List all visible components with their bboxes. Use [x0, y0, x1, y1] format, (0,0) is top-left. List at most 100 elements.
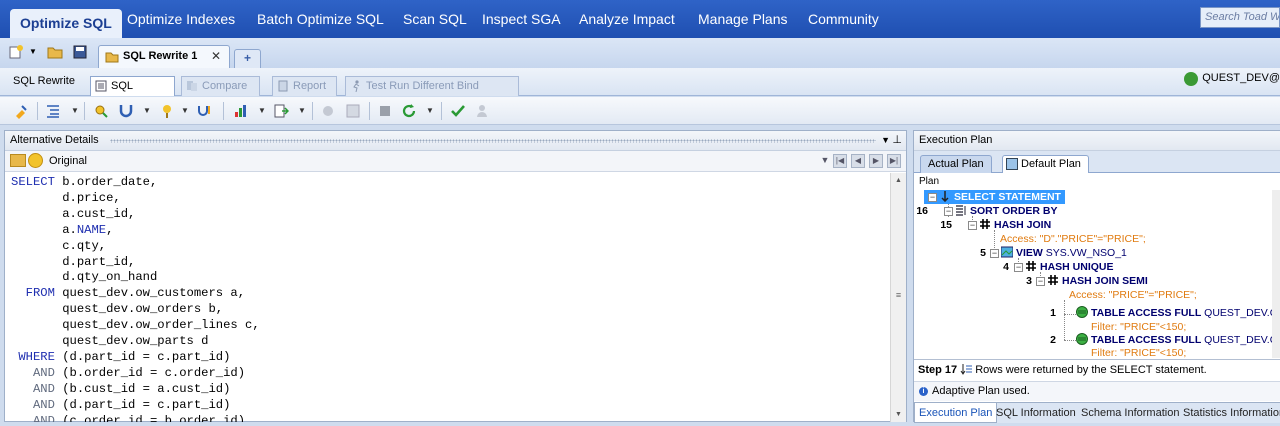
- filter-dropdown-icon[interactable]: ▼: [143, 106, 151, 115]
- new-document-icon[interactable]: [8, 44, 24, 60]
- menu-tab-scan-sql[interactable]: Scan SQL: [393, 0, 477, 38]
- sql-keyword: AND: [11, 381, 55, 396]
- original-sql-icon: [28, 153, 43, 168]
- sql-line: quest_dev.ow_orders b,: [5, 302, 890, 318]
- search-input[interactable]: Search Toad World: [1200, 7, 1280, 28]
- collapse-icon[interactable]: −: [968, 221, 977, 230]
- export-icon[interactable]: [273, 103, 290, 119]
- optimize-indexes-icon[interactable]: [197, 103, 213, 119]
- plan-tab-strip: Actual Plan Default Plan: [914, 151, 1280, 173]
- plan-operation: SELECT STATEMENT: [954, 191, 1061, 203]
- close-tab-icon[interactable]: ✕: [211, 49, 221, 63]
- last-alternative-icon[interactable]: ▶|: [887, 154, 901, 168]
- collapse-icon[interactable]: −: [928, 193, 937, 202]
- toolbar-separator: [441, 102, 442, 120]
- collapse-icon[interactable]: −: [990, 249, 999, 258]
- hint-icon[interactable]: [159, 103, 175, 119]
- tab-test-run-bind-values[interactable]: Test Run Different Bind Values: [345, 76, 519, 110]
- chart-icon[interactable]: [233, 103, 249, 119]
- plan-tree[interactable]: − SELECT STATEMENT 16 − SORT ORDER BY 15 −…: [914, 190, 1280, 358]
- tab-sql-information[interactable]: SQL Information: [996, 403, 1076, 423]
- main-menu-bar: Optimize SQL Optimize Indexes Batch Opti…: [0, 0, 1280, 38]
- plan-row-select-statement[interactable]: − SELECT STATEMENT: [924, 190, 1065, 204]
- settings-disabled-icon[interactable]: [320, 103, 336, 119]
- tab-compare[interactable]: Compare: [181, 76, 260, 96]
- menu-tab-community[interactable]: Community: [798, 0, 889, 38]
- sql-text: SELECT b.order_date, d.price, a.cust_id,…: [5, 175, 890, 422]
- collapse-icon[interactable]: −: [944, 207, 953, 216]
- indent-icon[interactable]: [45, 103, 61, 119]
- sql-keyword: AND: [11, 413, 55, 422]
- menu-tab-inspect-sga[interactable]: Inspect SGA: [472, 0, 571, 38]
- menu-tab-batch-optimize-sql[interactable]: Batch Optimize SQL: [247, 0, 394, 38]
- panel-menu-dropdown-icon[interactable]: ▼: [881, 131, 890, 150]
- explain-plan-icon[interactable]: [93, 103, 109, 119]
- sql-text-fragment: quest_dev.ow_parts d: [11, 334, 209, 349]
- next-alternative-icon[interactable]: ▶: [869, 154, 883, 168]
- collapse-icon[interactable]: −: [1036, 277, 1045, 286]
- export-dropdown-icon[interactable]: ▼: [298, 106, 306, 115]
- user-disabled-icon[interactable]: [474, 103, 490, 119]
- plan-step-number: 5: [980, 247, 986, 259]
- collapse-icon[interactable]: −: [1014, 263, 1023, 272]
- sql-text-fragment: b.order_date,: [54, 175, 158, 189]
- plan-step-number: 3: [1026, 275, 1032, 287]
- stop-icon[interactable]: [377, 103, 393, 119]
- hint-dropdown-icon[interactable]: ▼: [181, 106, 189, 115]
- plan-operation: HASH JOIN SEMI: [1062, 275, 1148, 287]
- open-folder-icon[interactable]: [47, 44, 63, 60]
- scroll-down-icon[interactable]: ▼: [891, 407, 906, 422]
- menu-tab-manage-plans[interactable]: Manage Plans: [688, 0, 798, 38]
- accept-icon[interactable]: [450, 103, 466, 119]
- tab-actual-plan[interactable]: Actual Plan: [920, 155, 992, 173]
- sql-line: a.cust_id,: [5, 207, 890, 223]
- new-tab-button[interactable]: +: [234, 49, 261, 68]
- alternative-dropdown-icon[interactable]: ▼: [818, 154, 832, 168]
- alternative-selection-label[interactable]: Original: [49, 155, 87, 167]
- sql-editor[interactable]: SELECT b.order_date, d.price, a.cust_id,…: [5, 173, 890, 422]
- hash-join-icon: [979, 218, 991, 230]
- menu-tab-optimize-sql[interactable]: Optimize SQL: [10, 9, 122, 38]
- refresh-dropdown-icon[interactable]: ▼: [426, 106, 434, 115]
- first-alternative-icon[interactable]: |◀: [833, 154, 847, 168]
- chart-dropdown-icon[interactable]: ▼: [258, 106, 266, 115]
- scroll-up-icon[interactable]: ▲: [891, 173, 906, 188]
- scroll-grip-icon[interactable]: ≡: [893, 288, 904, 302]
- plan-object: SYS.VW_NSO_1: [1045, 247, 1127, 259]
- sql-keyword: SELECT: [11, 175, 55, 189]
- refresh-icon[interactable]: [401, 103, 417, 119]
- filter-icon[interactable]: [118, 103, 134, 119]
- vertical-scrollbar[interactable]: ▲ ≡ ▼: [890, 173, 906, 422]
- sql-line: quest_dev.ow_parts d: [5, 334, 890, 350]
- plan-predicate: Access: "PRICE"="PRICE";: [1069, 289, 1197, 301]
- tab-schema-information[interactable]: Schema Information: [1081, 403, 1179, 423]
- document-tab-sql-rewrite-1[interactable]: SQL Rewrite 1 ✕: [98, 45, 230, 68]
- tree-connector: [1064, 300, 1065, 340]
- previous-alternative-icon[interactable]: ◀: [851, 154, 865, 168]
- save-icon[interactable]: [72, 44, 88, 60]
- tab-sql-rewrite[interactable]: SQL Rewrite: [13, 72, 81, 92]
- info-icon: i: [919, 387, 928, 396]
- indent-dropdown-icon[interactable]: ▼: [71, 106, 79, 115]
- menu-tab-analyze-impact[interactable]: Analyze Impact: [569, 0, 685, 38]
- adaptive-plan-notice: i Adaptive Plan used.: [914, 381, 1280, 401]
- menu-tab-optimize-indexes[interactable]: Optimize Indexes: [117, 0, 245, 38]
- new-document-dropdown-icon[interactable]: ▼: [29, 47, 45, 63]
- plan-scrollbar[interactable]: [1272, 190, 1280, 358]
- drag-handle[interactable]: [110, 139, 876, 143]
- toolbar: ▼ ▼ ▼ ▼ ▼ ▼: [0, 97, 1280, 125]
- open-folder-icon[interactable]: [10, 154, 26, 167]
- tab-sql-details[interactable]: SQL Details: [90, 76, 175, 110]
- execution-plan-title: Execution Plan: [919, 134, 993, 146]
- tab-statistics-information[interactable]: Statistics Information: [1183, 403, 1280, 423]
- sql-text-fragment: quest_dev.ow_customers a,: [54, 286, 246, 301]
- tab-report[interactable]: Report: [272, 76, 337, 96]
- tab-execution-plan[interactable]: Execution Plan: [914, 403, 998, 423]
- grid-disabled-icon[interactable]: [345, 103, 361, 119]
- tab-default-plan[interactable]: Default Plan: [1002, 155, 1089, 173]
- sql-line: AND (c.order_id = b.order_id): [5, 414, 890, 422]
- optimize-icon[interactable]: [13, 103, 29, 119]
- pin-icon[interactable]: ⊥: [892, 131, 902, 150]
- sql-line: c.qty,: [5, 239, 890, 255]
- connection-user[interactable]: QUEST_DEV@: [1184, 72, 1280, 86]
